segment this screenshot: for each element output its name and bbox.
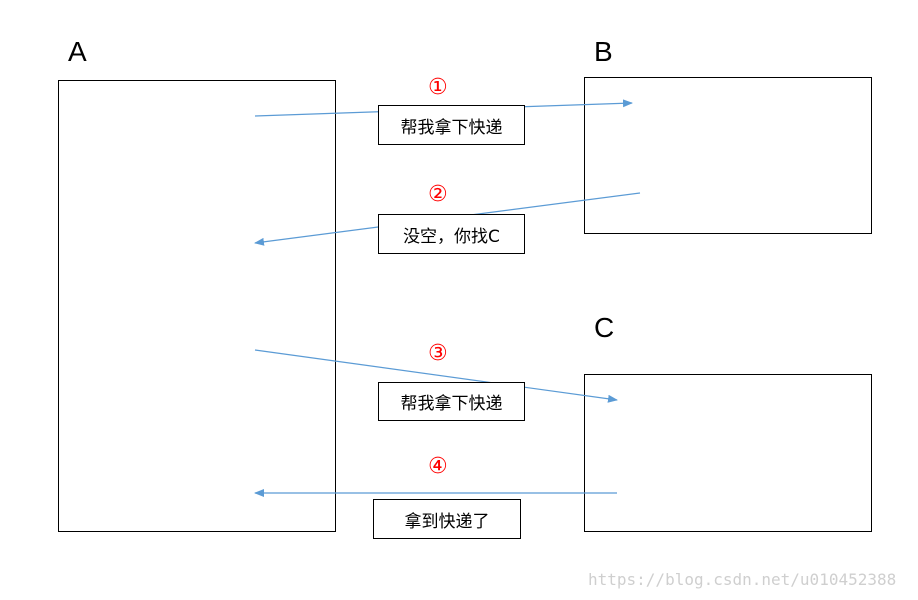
watermark-text: https://blog.csdn.net/u010452388 <box>588 570 897 589</box>
step-3-number: ③ <box>428 341 448 366</box>
step-1-number: ① <box>428 75 448 100</box>
step-2-message: 没空，你找C <box>378 214 525 254</box>
step-4-message: 拿到快递了 <box>373 499 521 539</box>
step-2-number: ② <box>428 182 448 207</box>
step-3-message: 帮我拿下快递 <box>378 382 525 421</box>
step-1-message: 帮我拿下快递 <box>378 105 525 145</box>
step-4-number: ④ <box>428 454 448 479</box>
